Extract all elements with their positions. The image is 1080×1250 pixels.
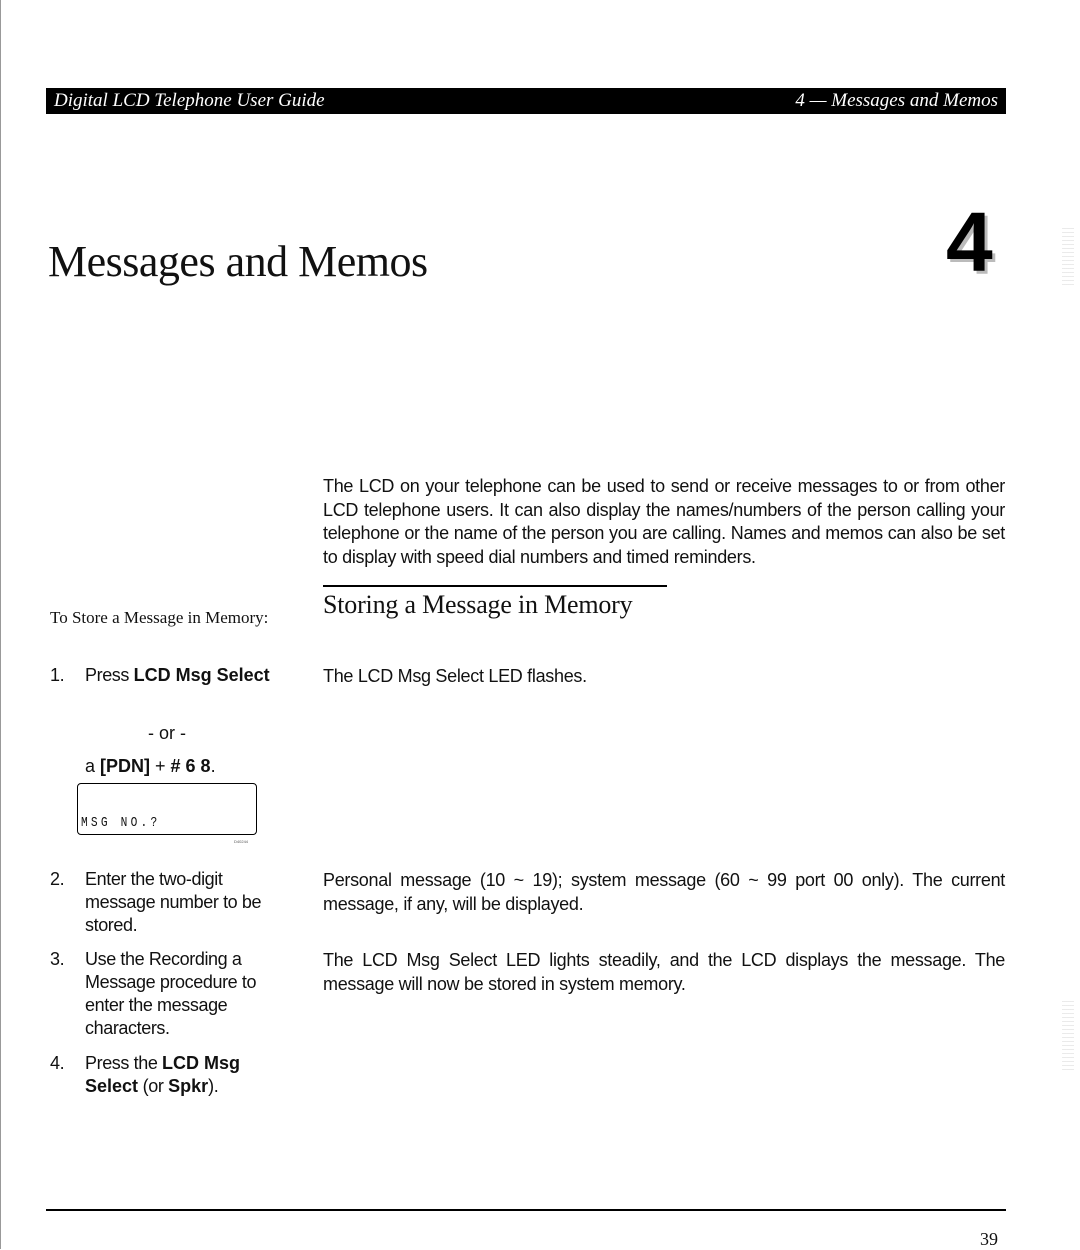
step-text: Press the LCD Msg Select (or Spkr). <box>85 1053 241 1096</box>
section-title: Storing a Message in Memory <box>323 590 633 619</box>
procedure-title: To Store a Message in Memory: <box>50 608 269 627</box>
step-text: Press LCD Msg Select <box>85 665 270 685</box>
page-number: 39 <box>980 1229 998 1249</box>
scan-artifact <box>1062 1000 1074 1070</box>
chapter-number: 4 <box>946 195 993 289</box>
step-3-result: The LCD Msg Select LED lights steadily, … <box>323 950 1005 994</box>
chapter-title: Messages and Memos <box>48 237 428 286</box>
running-header: Digital LCD Telephone User Guide 4 — Mes… <box>46 88 1006 114</box>
key-spkr: Spkr <box>168 1076 209 1096</box>
step-number: 3. <box>50 949 65 969</box>
figure-id: D40244 <box>234 839 249 844</box>
key-lcd-msg-select: LCD Msg Select <box>133 665 270 685</box>
step-2-result: Personal message (10 ~ 19); system messa… <box>323 870 1005 914</box>
header-chapter-title: 4 — Messages and Memos <box>795 90 998 111</box>
step-4: 4. Press the LCD Msg Select (or Spkr). <box>50 1052 290 1098</box>
step-text: Enter the two-digit message number to be… <box>85 869 262 935</box>
key-pdn: [PDN] <box>100 756 151 776</box>
scan-artifact <box>1062 225 1074 285</box>
step-number: 4. <box>50 1053 65 1073</box>
header-guide-title: Digital LCD Telephone User Guide <box>54 90 325 111</box>
step-1-result: The LCD Msg Select LED flashes. <box>323 666 587 686</box>
lcd-display-figure: MSG NO.? <box>77 783 257 835</box>
page-edge <box>0 0 1 1249</box>
intro-paragraph: The LCD on your telephone can be used to… <box>323 476 1005 567</box>
step-text: Use the Recording a Message procedure to… <box>85 949 257 1038</box>
step-number: 1. <box>50 665 65 685</box>
alternate-step: a [PDN] + # 6 8. <box>85 756 216 776</box>
step-number: 2. <box>50 869 65 889</box>
step-2: 2. Enter the two-digit message number to… <box>50 868 290 937</box>
step-1: 1. Press LCD Msg Select <box>50 664 290 687</box>
lcd-display-text: MSG NO.? <box>81 815 161 831</box>
or-separator: - or - <box>148 723 186 743</box>
footer-divider <box>46 1209 1006 1211</box>
step-3: 3. Use the Recording a Message procedure… <box>50 948 290 1040</box>
section-divider <box>323 585 667 587</box>
key-sequence: # 6 8 <box>170 756 211 776</box>
